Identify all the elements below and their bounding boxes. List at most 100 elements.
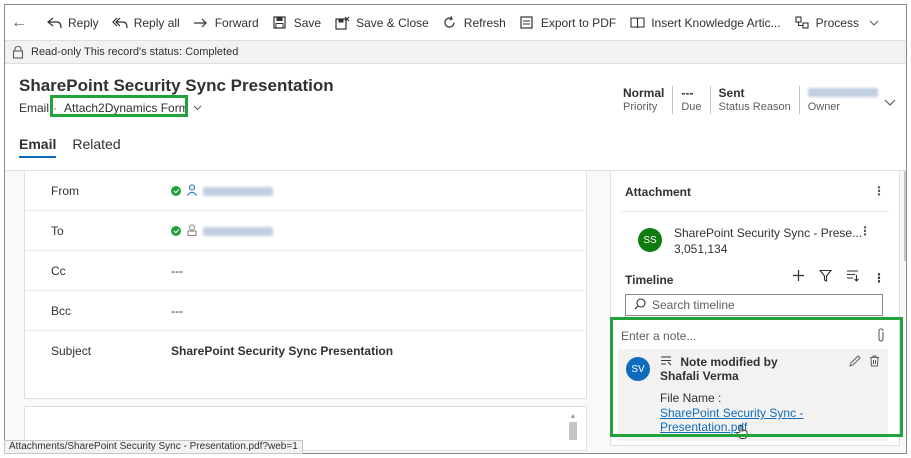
resolved-check-icon <box>171 226 181 236</box>
save-button[interactable]: Save <box>265 9 327 37</box>
bcc-label: Bcc <box>51 304 72 318</box>
save-close-icon <box>333 15 351 31</box>
status-bar-url: Attachments/SharePoint Security Sync - P… <box>4 440 303 454</box>
read-only-notice-text: Read-only This record's status: Complete… <box>31 46 239 58</box>
from-label: From <box>51 184 79 198</box>
chevron-down-icon <box>865 15 883 31</box>
attachment-item-more-icon[interactable]: ⋮ <box>859 224 871 238</box>
scroll-thumb[interactable] <box>569 422 577 440</box>
email-form-section: From To Cc --- Bcc --- Subject SharePoin… <box>24 171 587 399</box>
reply-button-label: Reply <box>68 15 99 30</box>
chevron-down-icon <box>193 103 202 113</box>
timeline-more-icon[interactable]: ⋮ <box>873 271 885 285</box>
owner-value-redacted[interactable] <box>807 86 878 100</box>
priority-value: Normal <box>623 86 665 100</box>
process-icon <box>793 15 811 31</box>
refresh-button-label: Refresh <box>463 15 506 30</box>
from-name-redacted <box>203 186 273 196</box>
page-scrollbar[interactable] <box>904 171 906 261</box>
record-tabs: Email Related <box>19 136 137 158</box>
to-name-redacted <box>203 226 273 236</box>
reply-all-button[interactable]: Reply all <box>105 9 186 37</box>
pdf-icon <box>518 15 536 31</box>
bcc-value[interactable]: --- <box>171 304 183 318</box>
attachment-avatar: SS <box>638 228 662 252</box>
forward-button[interactable]: Forward <box>186 9 265 37</box>
reply-all-icon <box>111 15 129 31</box>
more-commands-icon[interactable]: ⋮ <box>899 13 906 33</box>
process-button[interactable]: Process <box>787 9 889 37</box>
refresh-button[interactable]: Refresh <box>435 9 512 37</box>
to-value[interactable] <box>171 223 273 239</box>
owner-label: Owner <box>807 101 841 113</box>
app-window: ← Reply Reply all Forward Save Save & Cl… <box>4 4 907 454</box>
entity-name: Email <box>19 101 50 115</box>
note-highlight-box <box>610 317 903 437</box>
search-placeholder: Search timeline <box>652 298 735 312</box>
export-pdf-button[interactable]: Export to PDF <box>512 9 622 37</box>
field-row-bcc: Bcc --- <box>25 291 586 331</box>
due-label: Due <box>681 101 702 113</box>
page-title: SharePoint Security Sync Presentation <box>19 76 334 95</box>
sort-list-icon[interactable] <box>846 269 859 286</box>
search-timeline-input[interactable]: Search timeline <box>625 294 883 316</box>
timeline-heading: Timeline <box>625 273 674 287</box>
body-scrollbar[interactable]: ▲ <box>568 413 578 449</box>
forward-icon <box>192 15 210 31</box>
expand-header-icon[interactable] <box>884 94 896 110</box>
field-row-cc: Cc --- <box>25 251 586 291</box>
attachment-more-icon[interactable]: ⋮ <box>873 184 885 198</box>
refresh-icon <box>441 15 459 31</box>
reply-all-button-label: Reply all <box>133 15 180 30</box>
record-header: SharePoint Security Sync Presentation Em… <box>5 64 906 171</box>
status-reason-value: Sent <box>718 86 745 100</box>
field-row-to: To <box>25 211 586 251</box>
attachment-name[interactable]: SharePoint Security Sync - Prese... <box>674 226 862 240</box>
add-icon[interactable] <box>792 269 805 286</box>
attachment-size: 3,051,134 <box>674 242 728 256</box>
save-button-label: Save <box>293 15 322 30</box>
tab-email[interactable]: Email <box>19 136 57 158</box>
subject-value[interactable]: SharePoint Security Sync Presentation <box>171 344 393 358</box>
cc-label: Cc <box>51 264 66 278</box>
scroll-up-icon[interactable]: ▲ <box>568 413 578 420</box>
insert-knowledge-article-label: Insert Knowledge Artic... <box>651 15 781 30</box>
save-close-button-label: Save & Close <box>356 15 429 30</box>
form-selector-highlight <box>50 95 188 117</box>
from-value[interactable] <box>171 183 273 199</box>
header-fields: Normal Priority --- Due Sent Status Reas… <box>623 86 886 114</box>
export-pdf-button-label: Export to PDF <box>540 15 617 30</box>
field-row-subject: Subject SharePoint Security Sync Present… <box>25 331 586 371</box>
subject-label: Subject <box>51 344 92 358</box>
priority-label: Priority <box>623 101 658 113</box>
back-arrow-icon[interactable]: ← <box>11 14 27 32</box>
save-icon <box>271 15 289 31</box>
filter-icon[interactable] <box>818 269 833 286</box>
header-field-status-reason[interactable]: Sent Status Reason <box>709 86 799 114</box>
to-label: To <box>51 224 64 238</box>
insert-knowledge-article-button[interactable]: Insert Knowledge Artic... <box>622 9 786 37</box>
process-button-label: Process <box>815 15 859 30</box>
field-row-from: From <box>25 171 586 211</box>
cc-value[interactable]: --- <box>171 264 183 278</box>
resolved-check-icon <box>171 186 181 196</box>
command-bar: ← Reply Reply all Forward Save Save & Cl… <box>5 5 906 41</box>
contact-icon <box>187 223 197 239</box>
timeline-actions: ⋮ <box>778 269 885 286</box>
reply-icon <box>45 15 63 31</box>
search-icon <box>634 297 646 313</box>
header-field-due[interactable]: --- Due <box>672 86 709 114</box>
read-only-notice: Read-only This record's status: Complete… <box>5 41 906 64</box>
knowledge-icon <box>628 15 646 31</box>
forward-button-label: Forward <box>214 15 259 30</box>
header-field-priority[interactable]: Normal Priority <box>623 86 672 114</box>
reply-button[interactable]: Reply <box>39 9 105 37</box>
tab-related[interactable]: Related <box>72 136 120 158</box>
due-value: --- <box>681 86 694 100</box>
status-reason-label: Status Reason <box>718 101 791 113</box>
person-icon <box>187 183 197 199</box>
section-divider <box>621 211 889 212</box>
attachment-heading: Attachment <box>625 185 692 199</box>
save-close-button[interactable]: Save & Close <box>327 9 435 37</box>
header-field-owner[interactable]: Owner <box>798 86 886 114</box>
